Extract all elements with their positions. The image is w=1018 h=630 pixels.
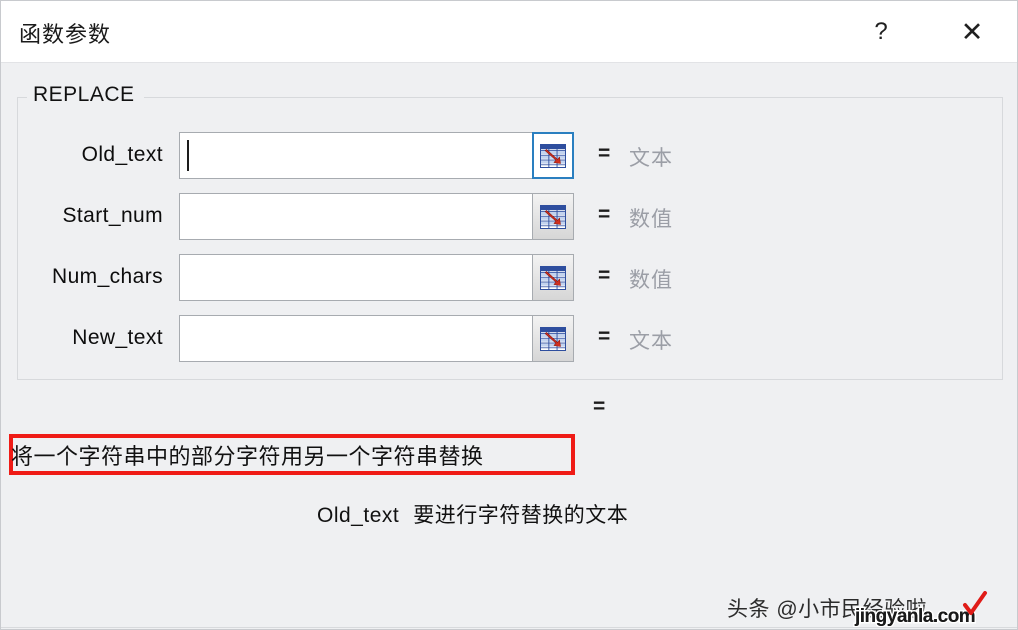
check-mark-icon — [962, 591, 988, 619]
watermark-sub-outline: jingyanla.com — [853, 605, 977, 629]
type-hint-num-chars: 数值 — [629, 269, 673, 292]
equals-sign-start-num: = — [598, 203, 611, 226]
range-picker-icon — [540, 204, 566, 229]
argument-label-start-num: Start_num — [62, 204, 163, 227]
argument-label-num-chars: Num_chars — [52, 265, 163, 288]
type-hint-new-text: 文本 — [629, 330, 673, 353]
equals-sign-new-text: = — [598, 325, 611, 348]
close-button[interactable]: ✕ — [949, 9, 995, 55]
dialog-titlebar: 函数参数 ? ✕ — [1, 1, 1017, 63]
range-picker-button-num-chars[interactable] — [532, 254, 574, 301]
range-picker-button-old-text[interactable] — [532, 132, 574, 179]
range-picker-button-start-num[interactable] — [532, 193, 574, 240]
type-hint-old-text: 文本 — [629, 147, 673, 170]
function-description: 将一个字符串中的部分字符用另一个字符串替换 — [11, 444, 484, 469]
type-hint-start-num: 数值 — [629, 208, 673, 231]
text-caret — [187, 140, 189, 171]
parameter-help-name: Old_text — [317, 504, 400, 527]
range-picker-button-new-text[interactable] — [532, 315, 574, 362]
result-equals-sign: = — [593, 395, 606, 418]
argument-row-num-chars: Num_chars = 数值 — [1, 254, 1017, 301]
argument-row-old-text: Old_text = 文本 — [1, 132, 1017, 179]
range-picker-icon — [540, 326, 566, 351]
range-picker-icon — [540, 143, 566, 168]
watermark-main-text: 头条 @小市民经验啦 — [727, 598, 928, 621]
argument-input-num-chars[interactable] — [179, 254, 533, 301]
help-button[interactable]: ? — [858, 9, 904, 55]
equals-sign-old-text: = — [598, 142, 611, 165]
argument-row-new-text: New_text = 文本 — [1, 315, 1017, 362]
dialog-title: 函数参数 — [19, 22, 112, 47]
argument-label-old-text: Old_text — [81, 143, 163, 166]
range-picker-icon — [540, 265, 566, 290]
watermark: 头条 @小市民经验啦 jingyanla.com jingyanla.com — [727, 591, 1007, 629]
parameter-help: Old_text 要进行字符替换的文本 — [317, 499, 628, 529]
group-box-label: REPLACE — [27, 83, 141, 107]
equals-sign-num-chars: = — [598, 264, 611, 287]
argument-input-new-text[interactable] — [179, 315, 533, 362]
argument-input-start-num[interactable] — [179, 193, 533, 240]
parameter-help-text: 要进行字符替换的文本 — [413, 504, 629, 527]
watermark-sub-text: jingyanla.com — [855, 606, 976, 627]
function-arguments-dialog: 函数参数 ? ✕ REPLACE Old_text = 文本 Start_num… — [0, 0, 1018, 630]
argument-label-new-text: New_text — [72, 326, 163, 349]
argument-row-start-num: Start_num = 数值 — [1, 193, 1017, 240]
bottom-divider — [1, 627, 1017, 628]
argument-input-old-text[interactable] — [179, 132, 533, 179]
